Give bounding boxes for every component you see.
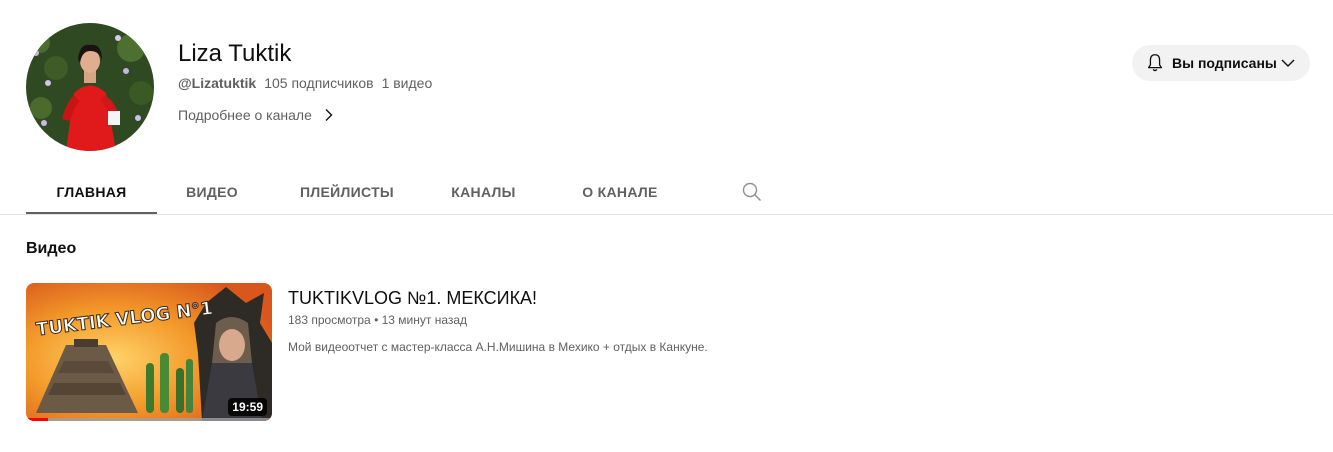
search-icon: [742, 182, 761, 201]
channel-meta: @Lizatuktik 105 подписчиков 1 видео: [178, 73, 432, 93]
video-count: 1 видео: [381, 75, 433, 91]
watch-progress-track: [26, 418, 272, 421]
tab-videos[interactable]: ВИДЕО: [157, 168, 267, 215]
tab-about[interactable]: О КАНАЛЕ: [540, 168, 700, 215]
subscribed-label: Вы подписаны: [1172, 55, 1277, 71]
tab-home[interactable]: ГЛАВНАЯ: [26, 168, 157, 215]
subscribed-button[interactable]: Вы подписаны: [1132, 45, 1310, 81]
channel-handle: @Lizatuktik: [178, 75, 257, 91]
tabs-divider: [0, 214, 1333, 215]
video-age: 13 минут назад: [381, 313, 468, 327]
bell-icon: [1147, 54, 1163, 72]
watch-progress-fill: [26, 418, 49, 421]
subscriber-count: 105 подписчиков: [264, 75, 374, 91]
channel-info: Liza Tuktik @Lizatuktik 105 подписчиков 1 …: [178, 38, 432, 125]
about-channel-label: Подробнее о канале: [178, 107, 312, 123]
about-channel-link[interactable]: Подробнее о канале: [178, 105, 432, 125]
channel-title: Liza Tuktik: [178, 40, 292, 67]
tab-playlists[interactable]: ПЛЕЙЛИСТЫ: [267, 168, 427, 215]
avatar-image: [26, 23, 154, 151]
tab-channels[interactable]: КАНАЛЫ: [427, 168, 540, 215]
video-thumbnail[interactable]: TUKTIK VLOG N°1 19:59: [26, 283, 272, 421]
chevron-right-icon: [325, 109, 333, 121]
section-title[interactable]: Видео: [26, 238, 76, 260]
channel-avatar[interactable]: [26, 23, 154, 151]
video-meta: 183 просмотра • 13 минут назад: [288, 311, 988, 329]
video-views: 183 просмотра: [288, 313, 371, 327]
video-title[interactable]: TUKTIKVLOG №1. МЕКСИКА!: [288, 287, 988, 309]
chevron-down-icon: [1281, 59, 1295, 67]
video-duration: 19:59: [228, 398, 267, 416]
channel-search-button[interactable]: [730, 168, 774, 215]
video-info: TUKTIKVLOG №1. МЕКСИКА! 183 просмотра • …: [288, 287, 988, 356]
meta-separator: •: [374, 313, 379, 327]
channel-tabs: ГЛАВНАЯ ВИДЕО ПЛЕЙЛИСТЫ КАНАЛЫ О КАНАЛЕ: [26, 168, 774, 215]
video-description: Мой видеоотчет с мастер-класса А.Н.Мишин…: [288, 340, 708, 354]
